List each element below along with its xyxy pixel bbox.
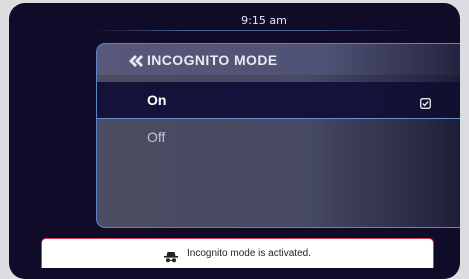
incognito-spy-icon: [164, 248, 179, 262]
double-chevron-left-icon[interactable]: [127, 53, 143, 67]
toast-message: Incognito mode is activated.: [187, 248, 311, 259]
option-off-label: Off: [147, 129, 166, 145]
checkbox-checked-icon: [420, 94, 431, 109]
menu-title: INCOGNITO MODE: [147, 51, 278, 68]
incognito-menu-panel: INCOGNITO MODE On Off: [96, 43, 460, 228]
toast-notification: Incognito mode is activated.: [41, 238, 434, 268]
option-off[interactable]: Off: [97, 119, 460, 154]
status-time: 9:15 am: [241, 14, 287, 27]
menu-header: INCOGNITO MODE: [97, 44, 460, 75]
option-on[interactable]: On: [97, 82, 460, 119]
status-divider: [89, 30, 417, 31]
option-on-label: On: [147, 92, 167, 108]
